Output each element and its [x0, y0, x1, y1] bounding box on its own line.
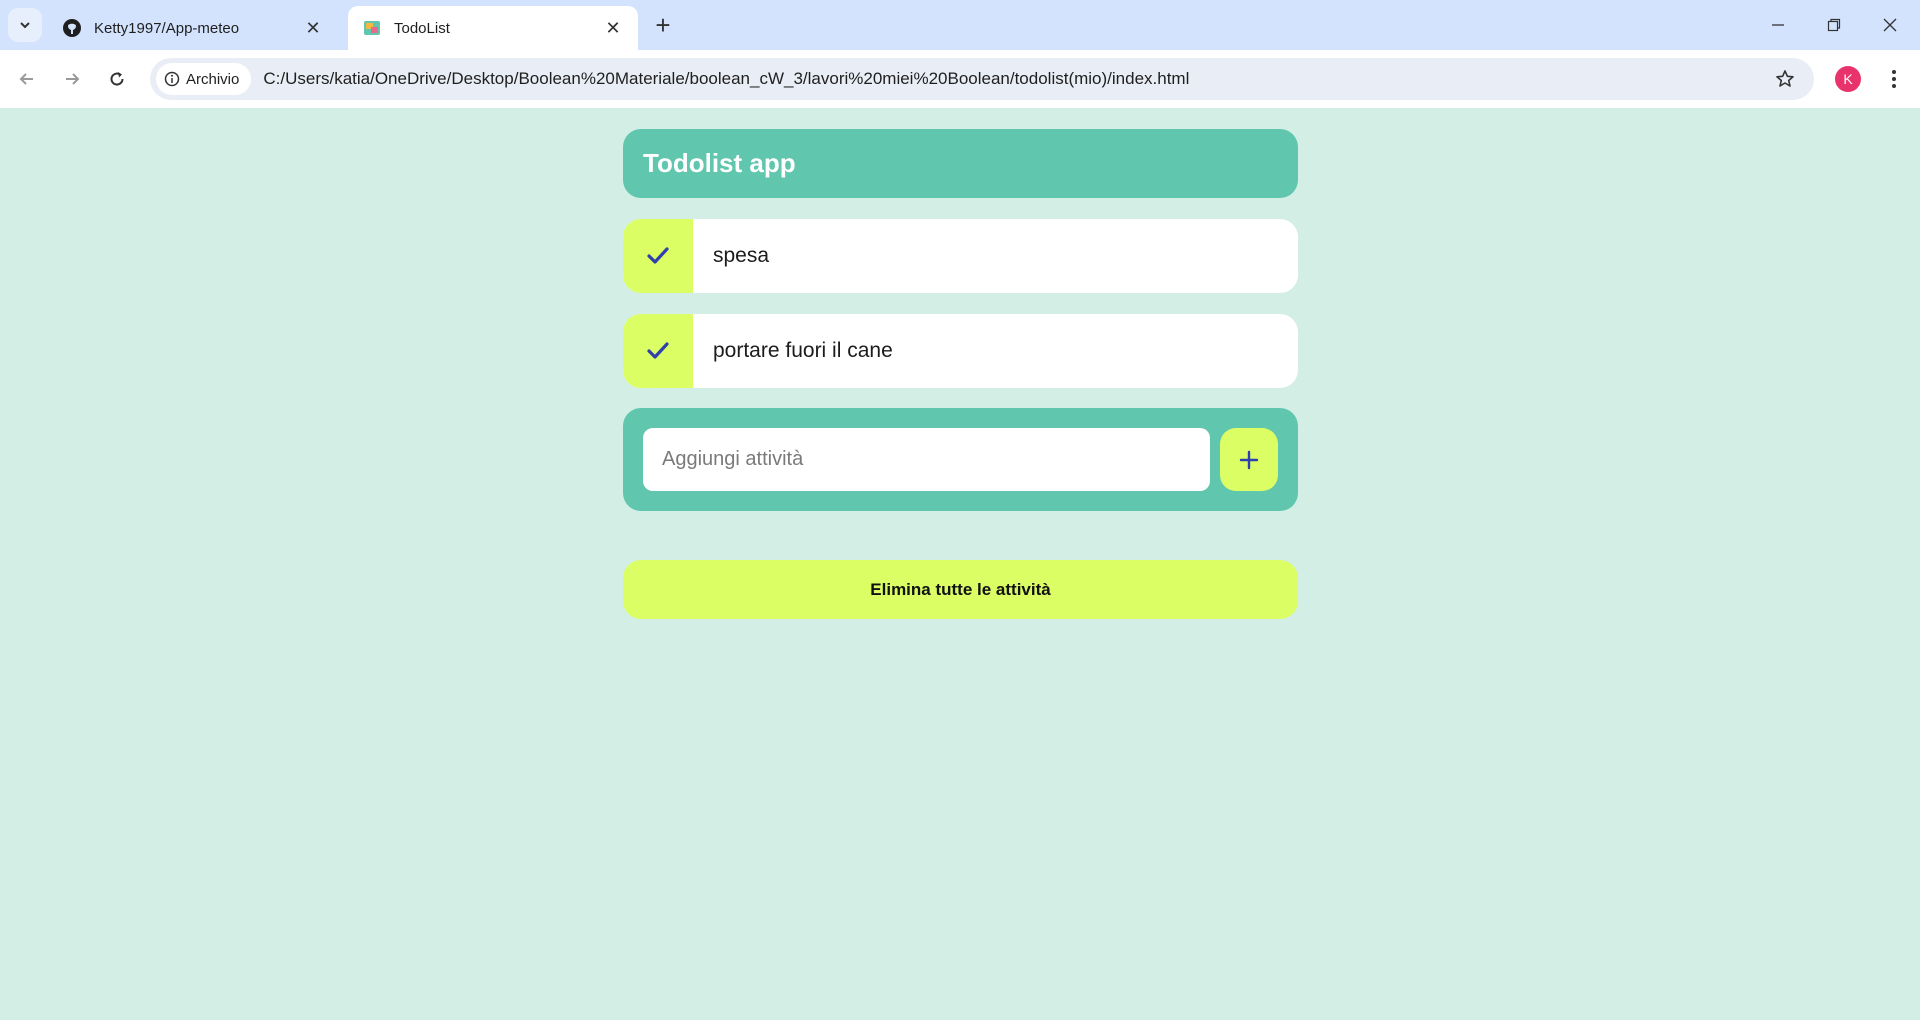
tab-search-button[interactable]	[8, 8, 42, 42]
add-todo-button[interactable]	[1220, 428, 1278, 491]
arrow-left-icon	[19, 73, 33, 85]
minimize-icon	[1772, 24, 1784, 26]
add-todo-panel	[623, 408, 1298, 511]
github-icon	[63, 19, 81, 37]
todo-item: portare fuori il cane	[623, 314, 1298, 388]
browser-menu-button[interactable]	[1880, 64, 1908, 94]
reload-icon	[110, 72, 124, 86]
add-todo-input[interactable]	[643, 428, 1210, 491]
checkmark-icon	[647, 247, 669, 264]
tab-todolist[interactable]: TodoList ✕	[348, 6, 638, 50]
todo-item: spesa	[623, 219, 1298, 293]
reload-button[interactable]	[100, 62, 134, 96]
tab-strip: Ketty1997/App-meteo ✕ TodoList ✕ +	[0, 0, 1920, 50]
todolist-app: Todolist app spesa portare fuori il cane…	[623, 129, 1298, 619]
todo-check-button[interactable]	[623, 219, 693, 293]
todo-text: spesa	[713, 244, 770, 267]
close-window-button[interactable]	[1862, 0, 1918, 50]
tab-title: Ketty1997/App-meteo	[94, 19, 240, 37]
tab-title: TodoList	[394, 19, 450, 37]
url-text[interactable]: C:/Users/katia/OneDrive/Desktop/Boolean%…	[263, 69, 1189, 89]
forward-button[interactable]	[55, 62, 89, 96]
bookmark-button[interactable]	[1772, 66, 1798, 92]
restore-button[interactable]	[1806, 0, 1862, 50]
chevron-down-icon	[20, 22, 30, 29]
site-info-chip[interactable]: Archivio	[156, 63, 252, 95]
more-vertical-icon	[1892, 70, 1896, 88]
todo-text: portare fuori il cane	[713, 339, 893, 362]
todolist-favicon	[364, 21, 380, 35]
tab-app-meteo[interactable]: Ketty1997/App-meteo ✕	[48, 6, 338, 50]
app-title: Todolist app	[643, 148, 796, 178]
plus-icon	[1239, 450, 1259, 469]
restore-icon	[1827, 18, 1841, 32]
close-icon	[1883, 18, 1897, 32]
app-header: Todolist app	[623, 129, 1298, 198]
browser-chrome: Ketty1997/App-meteo ✕ TodoList ✕ + Archi…	[0, 0, 1920, 108]
close-icon[interactable]: ✕	[302, 17, 324, 39]
back-button[interactable]	[10, 62, 44, 96]
new-tab-button[interactable]: +	[648, 10, 678, 40]
info-icon	[164, 71, 180, 87]
arrow-right-icon	[66, 73, 80, 85]
site-info-label: Archivio	[186, 70, 240, 88]
close-icon[interactable]: ✕	[602, 17, 624, 39]
star-icon	[1776, 70, 1794, 87]
address-bar[interactable]: Archivio C:/Users/katia/OneDrive/Desktop…	[150, 58, 1814, 100]
todo-check-button[interactable]	[623, 314, 693, 388]
clear-all-button[interactable]: Elimina tutte le attività	[623, 560, 1298, 619]
browser-toolbar: Archivio C:/Users/katia/OneDrive/Desktop…	[0, 50, 1920, 108]
profile-avatar[interactable]: K	[1835, 66, 1861, 92]
minimize-button[interactable]	[1750, 0, 1806, 50]
checkmark-icon	[647, 342, 669, 359]
